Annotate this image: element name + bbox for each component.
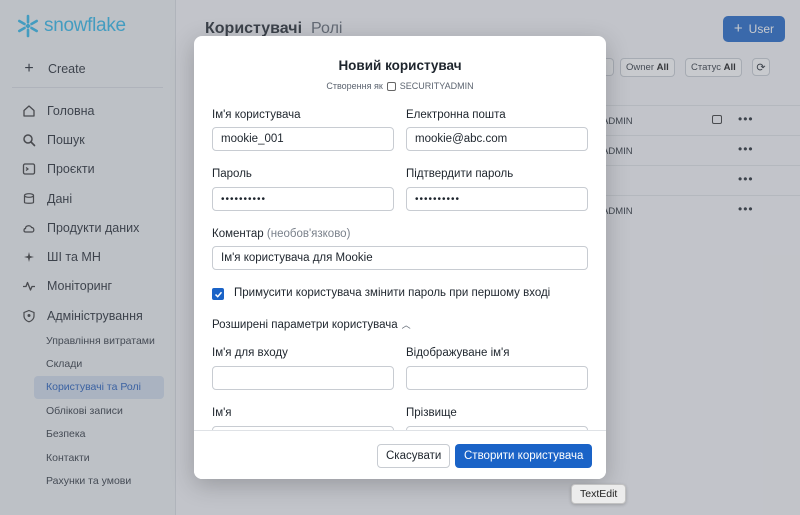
dialog-footer: Скасувати Створити користувача xyxy=(194,430,606,479)
first-name-label: Ім'я xyxy=(212,407,232,419)
username-input[interactable]: mookie_001 xyxy=(212,127,394,151)
display-name-label: Відображуване ім'я xyxy=(406,347,510,359)
dialog-subtitle: Створення як SECURITYADMIN xyxy=(194,81,606,91)
confirm-password-input[interactable]: •••••••••• xyxy=(406,187,588,211)
password-input[interactable]: •••••••••• xyxy=(212,187,394,211)
role-name: SECURITYADMIN xyxy=(399,81,474,91)
display-name-input[interactable] xyxy=(406,366,588,390)
dock-tooltip: TextEdit xyxy=(571,484,627,504)
last-name-label: Прізвище xyxy=(406,407,457,419)
email-label: Електронна пошта xyxy=(406,109,506,121)
login-name-input[interactable] xyxy=(212,366,394,390)
comment-input[interactable]: Ім'я користувача для Mookie xyxy=(212,246,588,270)
advanced-options-toggle[interactable]: Розширені параметри користувача ︿ xyxy=(212,318,411,331)
email-input[interactable]: mookie@abc.com xyxy=(406,127,588,151)
login-name-label: Ім'я для входу xyxy=(212,347,288,359)
username-label: Ім'я користувача xyxy=(212,109,301,121)
force-password-change-checkbox[interactable] xyxy=(212,288,224,300)
created-as-label: Створення як xyxy=(326,81,383,91)
new-user-dialog: Новий користувач Створення як SECURITYAD… xyxy=(194,36,606,479)
comment-label-text: Коментар xyxy=(212,228,264,240)
password-label: Пароль xyxy=(212,168,252,180)
confirm-password-label: Підтвердити пароль xyxy=(406,168,514,180)
optional-hint: (необов'язково) xyxy=(266,228,351,240)
advanced-options-label: Розширені параметри користувача xyxy=(212,318,398,331)
checkmark-icon xyxy=(214,291,222,298)
create-user-button[interactable]: Створити користувача xyxy=(455,444,593,468)
cancel-button[interactable]: Скасувати xyxy=(377,444,451,468)
force-password-change-label[interactable]: Примусити користувача змінити пароль при… xyxy=(234,287,550,299)
chevron-up-icon: ︿ xyxy=(401,320,411,330)
comment-label: Коментар (необов'язково) xyxy=(212,228,350,240)
dialog-title: Новий користувач xyxy=(338,58,462,73)
role-icon xyxy=(386,81,396,91)
